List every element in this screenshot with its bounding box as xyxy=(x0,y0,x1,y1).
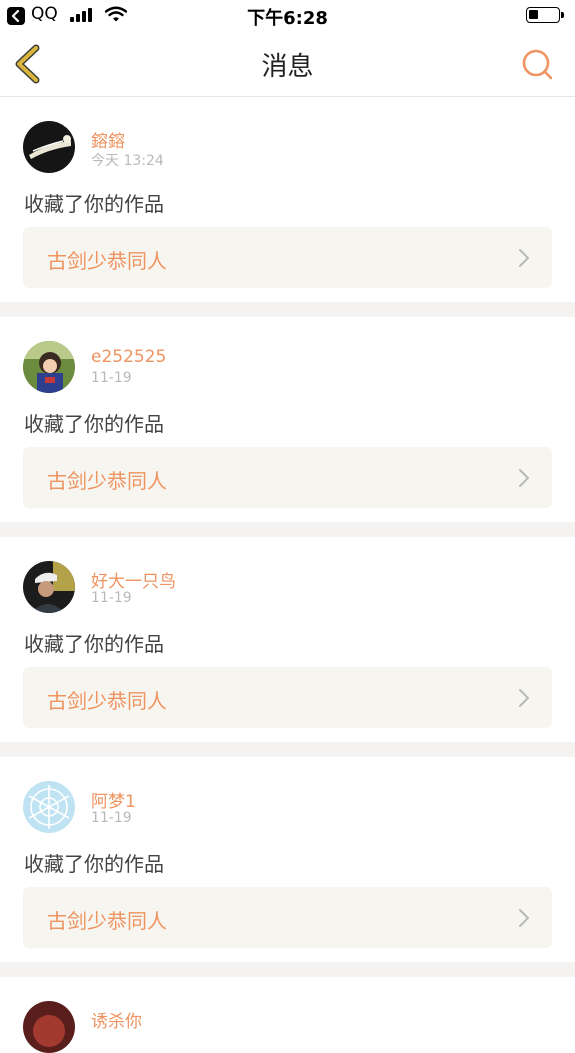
chevron-right-icon xyxy=(519,249,529,267)
avatar[interactable] xyxy=(23,561,75,613)
status-time: 下午6:28 xyxy=(247,8,328,29)
chevron-right-icon xyxy=(519,689,529,707)
timestamp: 11-19 xyxy=(91,590,132,606)
separator xyxy=(0,742,575,757)
search-icon[interactable] xyxy=(520,47,554,81)
work-link[interactable]: 古剑少恭同人 xyxy=(23,227,552,288)
work-title: 古剑少恭同人 xyxy=(47,249,167,273)
separator xyxy=(0,302,575,317)
work-link[interactable]: 古剑少恭同人 xyxy=(23,447,552,508)
action-text: 收藏了你的作品 xyxy=(24,632,164,656)
timestamp: 11-19 xyxy=(91,370,132,386)
battery-tip xyxy=(561,12,564,18)
work-title: 古剑少恭同人 xyxy=(47,909,167,933)
status-bar: QQ 下午6:28 xyxy=(0,0,575,34)
separator xyxy=(0,962,575,977)
work-link[interactable]: 古剑少恭同人 xyxy=(23,667,552,728)
username[interactable]: 鎔鎔 xyxy=(91,127,125,152)
work-title: 古剑少恭同人 xyxy=(47,469,167,493)
username[interactable]: 诱杀你 xyxy=(91,1007,142,1032)
notification-card: 好大一只鸟 11-19 收藏了你的作品 古剑少恭同人 xyxy=(0,537,575,742)
notification-card: 诱杀你 xyxy=(0,977,575,1053)
action-text: 收藏了你的作品 xyxy=(24,412,164,436)
notification-card: 鎔鎔 今天 13:24 收藏了你的作品 古剑少恭同人 xyxy=(0,97,575,302)
avatar[interactable] xyxy=(23,341,75,393)
chevron-right-icon xyxy=(519,909,529,927)
battery-icon xyxy=(526,7,560,23)
username[interactable]: 好大一只鸟 xyxy=(91,567,176,592)
nav-bar: 消息 xyxy=(0,34,575,97)
avatar[interactable] xyxy=(23,1001,75,1053)
chevron-right-icon xyxy=(519,469,529,487)
work-title: 古剑少恭同人 xyxy=(47,689,167,713)
avatar[interactable] xyxy=(23,781,75,833)
action-text: 收藏了你的作品 xyxy=(24,852,164,876)
separator xyxy=(0,522,575,537)
timestamp: 11-19 xyxy=(91,810,132,826)
notification-card: 阿梦1 11-19 收藏了你的作品 古剑少恭同人 xyxy=(0,757,575,962)
action-text: 收藏了你的作品 xyxy=(24,192,164,216)
username[interactable]: 阿梦1 xyxy=(91,787,136,812)
notification-card: e252525 11-19 收藏了你的作品 古剑少恭同人 xyxy=(0,317,575,522)
page-title: 消息 xyxy=(261,52,314,82)
username[interactable]: e252525 xyxy=(91,347,166,367)
avatar[interactable] xyxy=(23,121,75,173)
notification-list: 鎔鎔 今天 13:24 收藏了你的作品 古剑少恭同人 e252525 11-19… xyxy=(0,97,575,1053)
work-link[interactable]: 古剑少恭同人 xyxy=(23,887,552,948)
timestamp: 今天 13:24 xyxy=(91,153,164,169)
